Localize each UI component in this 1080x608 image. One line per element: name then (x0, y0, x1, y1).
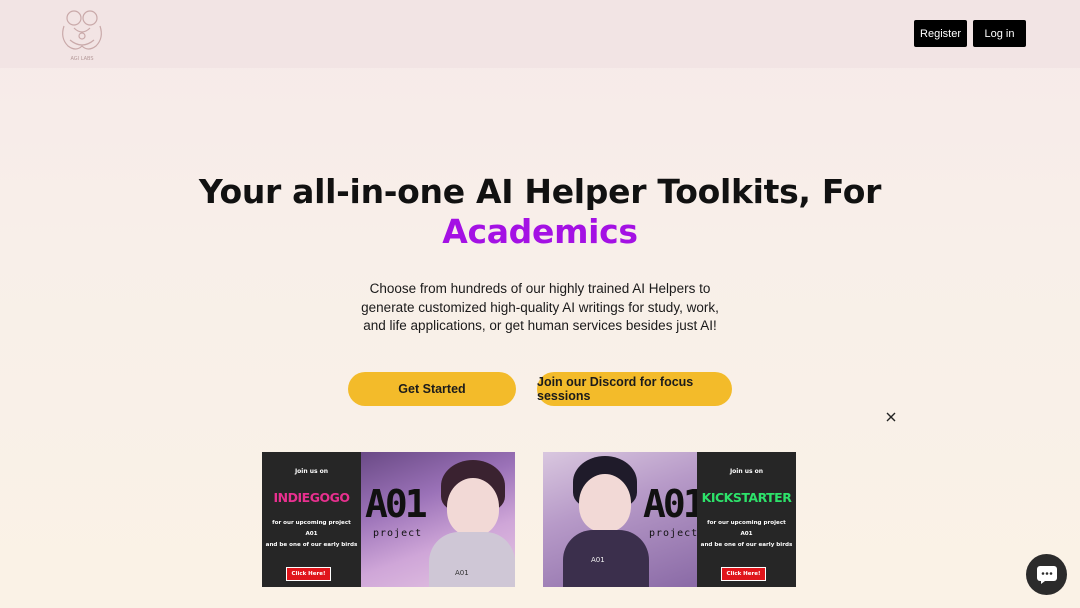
register-button[interactable]: Register (914, 20, 967, 47)
banner-text-panel: Join us on KICKSTARTER for our upcoming … (697, 452, 796, 587)
hero-description: Choose from hundreds of our highly train… (361, 281, 719, 333)
promo-line: and be one of our early birds (700, 542, 793, 548)
suit-tag: A01 (455, 569, 469, 577)
promo-line: A01 (305, 531, 318, 537)
get-started-button[interactable]: Get Started (348, 372, 516, 406)
promo-line: and be one of our early birds (265, 542, 358, 548)
character-body (429, 532, 515, 587)
click-here-button[interactable]: Click Here! (286, 567, 331, 581)
close-icon[interactable] (884, 410, 898, 424)
headline-text: Your all-in-one AI Helper Toolkits, For (198, 172, 882, 211)
character-body (563, 530, 649, 587)
hero-headline: Your all-in-one AI Helper Toolkits, For … (0, 172, 1080, 252)
logo-icon[interactable]: AGI LABS (54, 6, 110, 62)
click-here-button[interactable]: Click Here! (721, 567, 766, 581)
logo-text: AGI LABS (70, 56, 93, 62)
top-navbar: AGI LABS Register Log in (0, 0, 1080, 68)
platform-name: KICKSTARTER (701, 490, 792, 505)
join-us-text: Join us on (729, 468, 764, 475)
join-us-text: Join us on (294, 468, 329, 475)
headline-accent: Academics (442, 212, 638, 251)
banner-art: A01 project A01 (543, 452, 706, 587)
promo-line: A01 (740, 531, 753, 537)
art-subtitle: project (373, 528, 423, 539)
art-title: A01 (365, 482, 428, 526)
promo-line: for our upcoming project (272, 520, 351, 526)
promo-text: for our upcoming project A01 and be one … (697, 518, 796, 551)
art-title: A01 (643, 482, 706, 526)
character-face (579, 474, 631, 532)
art-subtitle: project (649, 528, 699, 539)
promo-line: for our upcoming project (707, 520, 786, 526)
suit-tag: A01 (591, 556, 605, 564)
login-button[interactable]: Log in (973, 20, 1026, 47)
kickstarter-banner[interactable]: A01 project A01 Join us on KICKSTARTER f… (543, 452, 796, 587)
platform-name: INDIEGOGO (273, 490, 350, 505)
banner-art: A01 project A01 (361, 452, 515, 587)
indiegogo-banner[interactable]: Join us on INDIEGOGO for our upcoming pr… (262, 452, 515, 587)
discord-button[interactable]: Join our Discord for focus sessions (537, 372, 732, 406)
character-face (447, 478, 499, 536)
chat-icon[interactable] (1026, 554, 1067, 595)
banner-text-panel: Join us on INDIEGOGO for our upcoming pr… (262, 452, 361, 587)
promo-text: for our upcoming project A01 and be one … (262, 518, 361, 551)
